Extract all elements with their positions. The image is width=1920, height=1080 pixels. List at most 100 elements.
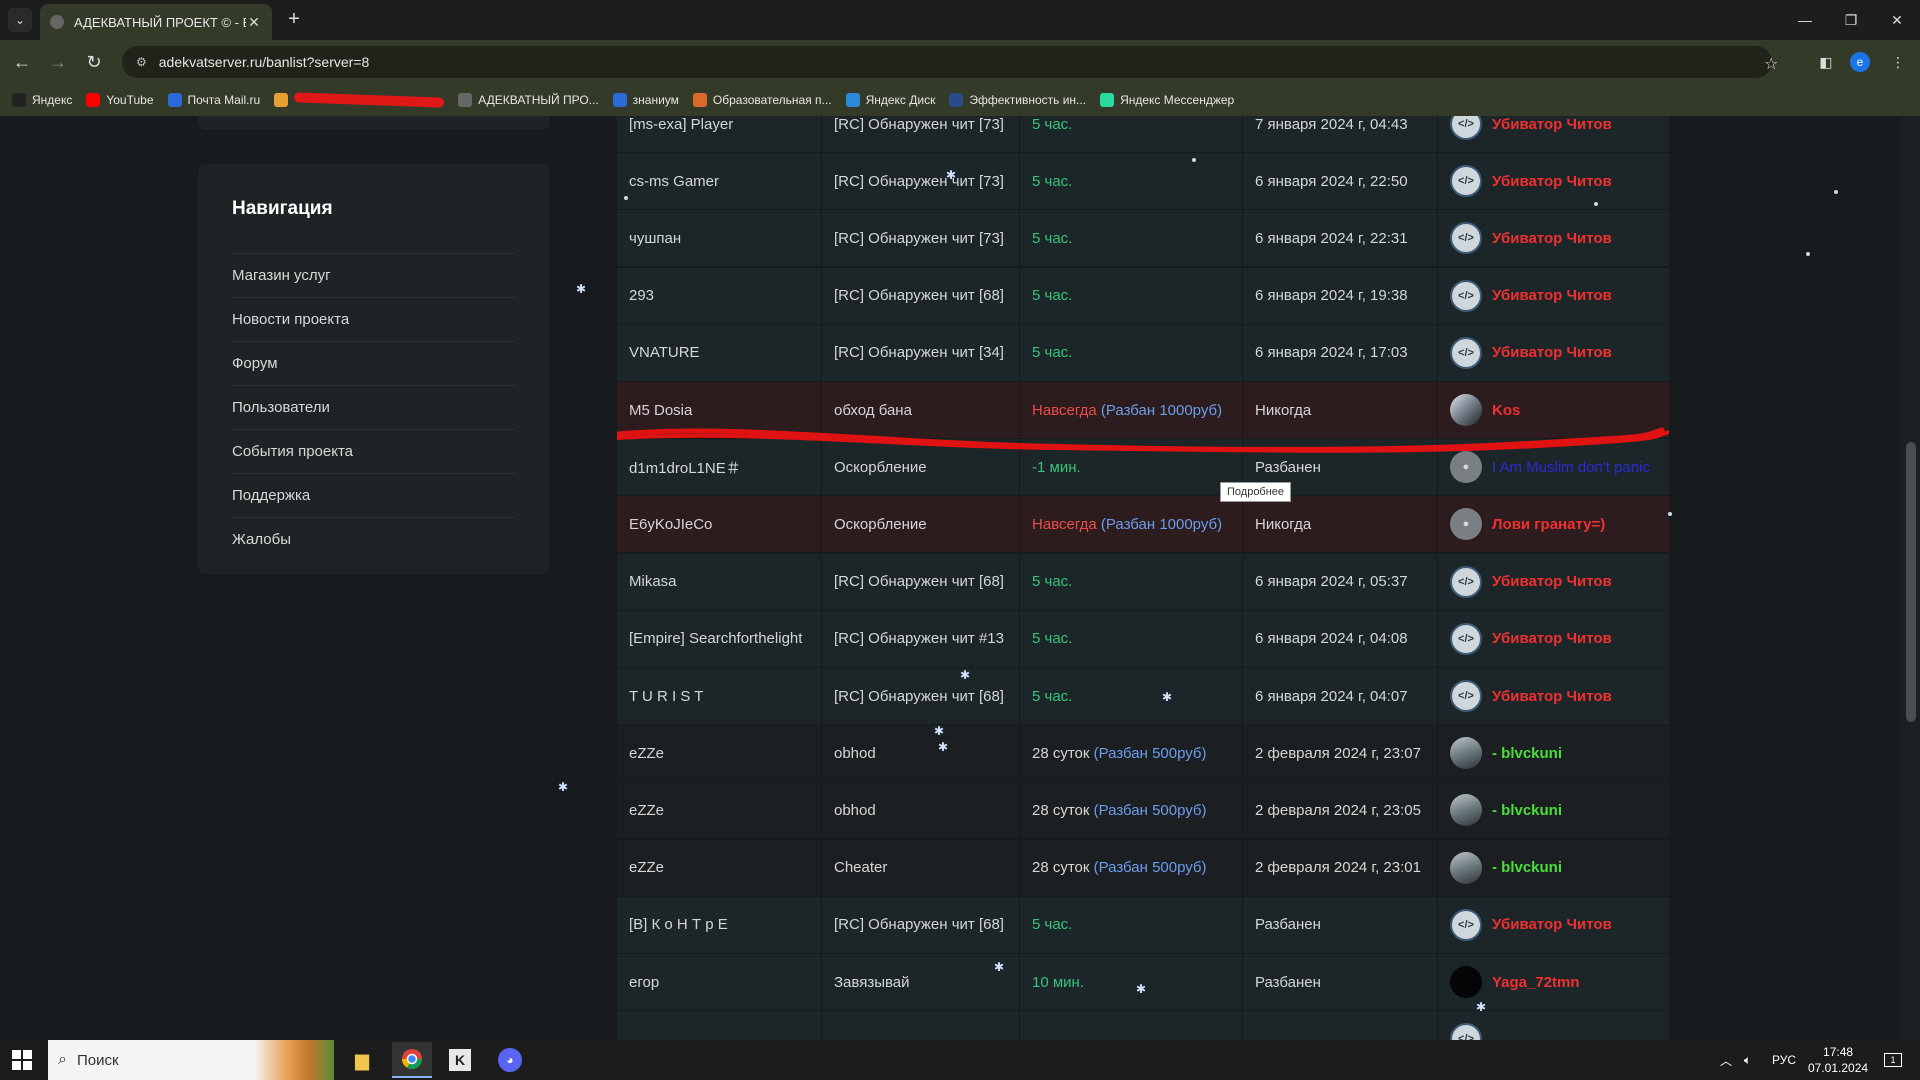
side-panel-icon[interactable]: ◧ [1816,52,1836,72]
admin-name[interactable]: Убиватор Читов [1492,688,1612,705]
bookmark-2[interactable]: Почта Mail.ru [167,93,260,107]
ban-row[interactable]: VNATURE [RC] Обнаружен чит [34] 5 час. 6 ян… [617,324,1669,382]
player-name[interactable]: eZZe [629,745,664,762]
back-icon[interactable]: ← [10,50,34,74]
admin-avatar[interactable] [1450,737,1482,770]
ban-row[interactable]: Mikasa [RC] Обнаружен чит [68] 5 час. 6 янв… [617,553,1669,611]
bookmark-7[interactable]: Яндекс Диск [845,93,935,107]
windows-start-icon[interactable] [12,1050,32,1070]
bookmark-star-icon[interactable]: ☆ [1764,54,1778,74]
admin-name[interactable]: - blvckuni [1492,745,1562,762]
nav-item-5[interactable]: Поддержка [232,473,516,517]
unban-price-link[interactable]: (Разбан 500руб) [1094,859,1207,876]
admin-name[interactable]: Убиватор Читов [1492,344,1612,361]
notifications-icon[interactable]: 1 [1884,1040,1902,1080]
admin-name[interactable]: I Am Muslim don't panic [1492,459,1650,476]
admin-name[interactable]: Убиватор Читов [1492,230,1612,247]
admin-name[interactable]: Yaga_72tmn [1492,974,1580,991]
admin-avatar[interactable]: </> [1450,279,1482,312]
admin-name[interactable]: Убиватор Читов [1492,287,1612,304]
taskbar-clock[interactable]: 17:48 07.01.2024 [1808,1044,1868,1076]
nav-item-2[interactable]: Форум [232,341,516,385]
taskbar-search[interactable]: ⌕ Поиск [48,1040,334,1080]
new-tab-icon[interactable]: + [282,8,306,32]
admin-avatar[interactable]: </> [1450,165,1482,198]
chrome-icon[interactable] [392,1042,432,1078]
admin-name[interactable]: Убиватор Читов [1492,116,1612,133]
nav-item-0[interactable]: Магазин услуг [232,253,516,297]
bookmark-3[interactable] [274,92,445,108]
restore-icon[interactable]: ❐ [1836,8,1866,32]
ban-row[interactable]: [Empire] Searchforthelight [RC] Обнаружен… [617,610,1669,668]
bookmark-0[interactable]: Яндекс [12,93,72,107]
player-name[interactable]: VNATURE [629,344,700,361]
tray-chevron-icon[interactable]: ︿ [1720,1040,1732,1080]
admin-name[interactable]: - blvckuni [1492,859,1562,876]
profile-avatar[interactable]: e [1850,52,1870,72]
ban-row[interactable]: eZZe obhod 28 суток (Разбан 500руб) 2 февра… [617,782,1669,840]
volume-icon[interactable]: 🔈︎ [1744,1040,1751,1080]
window-close-icon[interactable]: ✕ [1882,8,1912,32]
minimize-icon[interactable]: — [1790,8,1820,32]
cs-game-icon[interactable]: K [440,1042,480,1078]
unban-price-link[interactable]: (Разбан 500руб) [1094,745,1207,762]
player-name[interactable]: [Empire] Searchforthelight [629,630,802,647]
admin-avatar[interactable]: </> [1450,565,1482,598]
player-name[interactable]: [B] К о Н Т р Е [629,916,728,933]
player-name[interactable]: cs-ms Gamer [629,173,719,190]
admin-avatar[interactable]: </> [1450,116,1482,140]
admin-avatar[interactable] [1450,851,1482,884]
player-name[interactable]: чушпан [629,230,681,247]
bookmark-5[interactable]: знаниум [612,93,679,107]
bookmark-4[interactable]: АДЕКВАТНЫЙ ПРО... [458,93,599,107]
player-name[interactable]: eZZe [629,859,664,876]
nav-item-1[interactable]: Новости проекта [232,297,516,341]
admin-name[interactable]: Лови гранату=) [1492,516,1605,533]
ban-row[interactable]: </> [617,1011,1669,1040]
nav-item-3[interactable]: Пользователи [232,385,516,429]
ban-row[interactable]: T U R I S T [RC] Обнаружен чит [68] 5 час.… [617,668,1669,725]
admin-name[interactable]: Убиватор Читов [1492,173,1612,190]
player-name[interactable]: E6yKoJIeCo [629,516,712,533]
active-tab[interactable]: АДЕКВАТНЫЙ ПРОЕКТ © - Бан ✕ [40,4,272,40]
player-name[interactable]: [ms-exa] Player [629,116,733,133]
scrollbar-thumb[interactable] [1906,442,1916,722]
file-explorer-icon[interactable]: ▆ [342,1042,382,1078]
admin-avatar[interactable]: </> [1450,1023,1482,1040]
player-name[interactable]: eZZe [629,802,664,819]
address-bar[interactable]: ⚙ adekvatserver.ru/banlist?server=8 [122,46,1772,78]
bookmark-6[interactable]: Образовательная п... [692,93,832,107]
bookmark-1[interactable]: YouTube [86,93,154,107]
admin-avatar[interactable]: </> [1450,336,1482,369]
admin-avatar[interactable]: </> [1450,680,1482,712]
ban-row[interactable]: [B] К о Н Т р Е [RC] Обнаружен чит [68] 5 … [617,896,1669,954]
admin-avatar[interactable] [1450,966,1482,998]
reload-icon[interactable]: ↻ [82,50,106,74]
ban-row[interactable]: cs-ms Gamer [RC] Обнаружен чит [73] 5 час.… [617,153,1669,211]
admin-avatar[interactable]: ● [1450,508,1482,541]
ban-row[interactable]: E6yKoJIeCo Оскорбление Навсегда (Разбан 10… [617,496,1669,554]
discord-icon[interactable]: ◕ [490,1042,530,1078]
admin-name[interactable]: Убиватор Читов [1492,630,1612,647]
ban-row[interactable]: eZZe Cheater 28 суток (Разбан 500руб) 2 фев… [617,839,1669,897]
ban-row[interactable]: чушпан [RC] Обнаружен чит [73] 5 час. 6 янв… [617,210,1669,268]
ban-row[interactable]: 293 [RC] Обнаружен чит [68] 5 час. 6 января… [617,267,1669,325]
bookmark-8[interactable]: Эффективность ин... [949,93,1086,107]
player-name[interactable]: T U R I S T [629,688,703,705]
language-indicator[interactable]: РУС [1772,1040,1796,1080]
ban-row[interactable]: eZZe obhod 28 суток (Разбан 500руб) 2 февра… [617,725,1669,783]
tab-close-icon[interactable]: ✕ [246,14,262,31]
admin-avatar[interactable] [1450,794,1482,827]
admin-name[interactable]: Убиватор Читов [1492,573,1612,590]
bookmark-9[interactable]: Яндекс Мессенджер [1100,93,1234,107]
admin-name[interactable]: - blvckuni [1492,802,1562,819]
tab-search-icon[interactable]: ⌄ [8,8,32,32]
site-info-icon[interactable]: ⚙ [136,55,147,69]
forward-icon[interactable]: → [46,50,70,74]
admin-avatar[interactable]: </> [1450,908,1482,941]
player-name[interactable]: 293 [629,287,654,304]
nav-item-6[interactable]: Жалобы [232,517,516,561]
player-name[interactable]: егор [629,974,659,991]
unban-price-link[interactable]: (Разбан 500руб) [1094,802,1207,819]
menu-icon[interactable]: ⋮ [1888,52,1908,72]
